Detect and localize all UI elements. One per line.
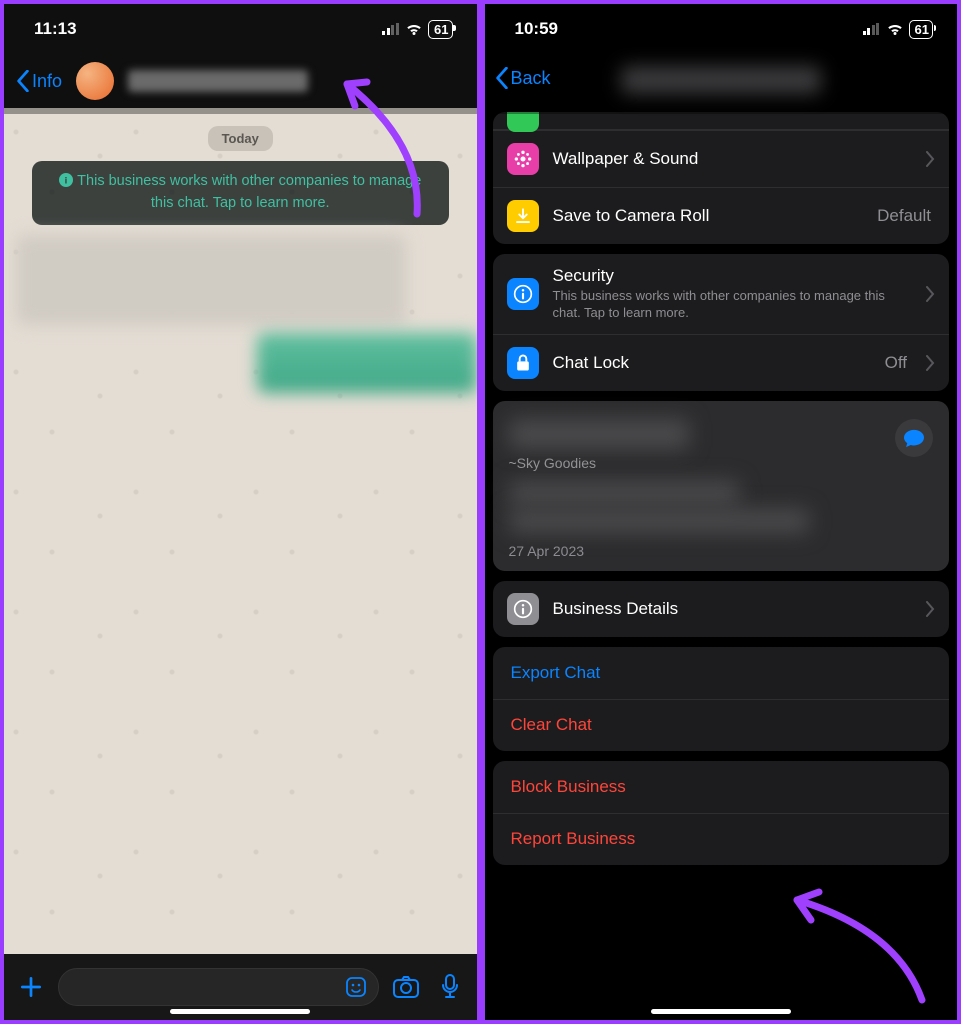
profile-subname: ~Sky Goodies (509, 455, 934, 471)
chevron-right-icon (925, 151, 935, 167)
message-input[interactable] (58, 968, 379, 1006)
section-appearance: Wallpaper & Sound Save to Camera Roll De… (493, 112, 950, 244)
left-phone: 11:13 61 Info Today iThis business works… (0, 0, 481, 1024)
status-right: 61 (382, 20, 452, 39)
row-title: Report Business (511, 829, 936, 849)
row-value: Off (885, 353, 907, 373)
profile-line-redacted (509, 481, 739, 505)
plus-icon (18, 974, 44, 1000)
section-block-report: Block Business Report Business (493, 761, 950, 865)
mic-button[interactable] (433, 970, 467, 1004)
row-title: Save to Camera Roll (553, 206, 864, 226)
home-indicator[interactable] (170, 1009, 310, 1014)
chevron-right-icon (925, 286, 935, 302)
status-time: 11:13 (34, 19, 77, 39)
row-export-chat[interactable]: Export Chat (493, 647, 950, 699)
row-business-details[interactable]: Business Details (493, 581, 950, 637)
cellular-icon (382, 23, 400, 35)
battery-indicator: 61 (909, 20, 933, 39)
row-title: Security (553, 266, 912, 286)
row-subtitle: This business works with other companies… (553, 288, 912, 322)
profile-name-redacted (509, 419, 689, 449)
info-icon (507, 278, 539, 310)
row-wallpaper[interactable]: Wallpaper & Sound (493, 130, 950, 187)
back-label: Info (32, 71, 62, 92)
wifi-icon (405, 22, 423, 36)
back-button[interactable]: Info (16, 70, 62, 92)
row-clear-chat[interactable]: Clear Chat (493, 699, 950, 751)
row-value: Default (877, 206, 931, 226)
row-chat-lock[interactable]: Chat Lock Off (493, 334, 950, 391)
row-report-business[interactable]: Report Business (493, 813, 950, 865)
home-indicator[interactable] (651, 1009, 791, 1014)
info-icon (507, 593, 539, 625)
outgoing-message-redacted (257, 333, 477, 393)
profile-line-redacted (509, 509, 809, 533)
back-button[interactable]: Back (495, 67, 551, 89)
contact-name-redacted[interactable] (128, 70, 308, 92)
status-bar: 11:13 61 (4, 4, 477, 54)
chevron-right-icon (925, 355, 935, 371)
row-title: Clear Chat (511, 715, 936, 735)
row-title: Business Details (553, 599, 912, 619)
camera-icon (392, 975, 420, 999)
status-time: 10:59 (515, 19, 558, 39)
chevron-left-icon (495, 67, 509, 89)
chat-bubble-icon (903, 428, 925, 448)
contact-avatar[interactable] (76, 62, 114, 100)
row-title: Block Business (511, 777, 936, 797)
section-business-details: Business Details (493, 581, 950, 637)
cellular-icon (863, 23, 881, 35)
status-bar: 10:59 61 (485, 4, 958, 54)
chat-header: Info (4, 54, 477, 108)
wifi-icon (886, 22, 904, 36)
row-title: Wallpaper & Sound (553, 149, 912, 169)
message-button[interactable] (895, 419, 933, 457)
camera-button[interactable] (389, 970, 423, 1004)
settings-body: Wallpaper & Sound Save to Camera Roll De… (485, 102, 958, 1020)
wallpaper-icon (507, 143, 539, 175)
battery-indicator: 61 (428, 20, 452, 39)
date-separator: Today (208, 126, 273, 151)
download-icon (507, 200, 539, 232)
row-security[interactable]: Security This business works with other … (493, 254, 950, 334)
row-block-business[interactable]: Block Business (493, 761, 950, 813)
status-right: 61 (863, 20, 933, 39)
mic-icon (440, 973, 460, 1001)
right-phone: 10:59 61 Back Wallpaper & Sound (481, 0, 961, 1024)
business-profile-box[interactable]: ~Sky Goodies 27 Apr 2023 (493, 401, 950, 571)
chat-body: Today iThis business works with other co… (4, 108, 477, 954)
row-title: Export Chat (511, 663, 936, 683)
sticker-icon[interactable] (344, 975, 368, 999)
lock-icon (507, 347, 539, 379)
row-save-camera-roll[interactable]: Save to Camera Roll Default (493, 187, 950, 244)
chevron-left-icon (16, 70, 30, 92)
back-label: Back (511, 68, 551, 89)
incoming-message-redacted (16, 235, 406, 325)
attach-button[interactable] (14, 970, 48, 1004)
contact-title-redacted (621, 66, 821, 94)
section-security: Security This business works with other … (493, 254, 950, 391)
partial-row-icon (507, 112, 539, 132)
chevron-right-icon (925, 601, 935, 617)
profile-date: 27 Apr 2023 (509, 543, 934, 559)
section-chat-actions: Export Chat Clear Chat (493, 647, 950, 751)
row-title: Chat Lock (553, 353, 871, 373)
